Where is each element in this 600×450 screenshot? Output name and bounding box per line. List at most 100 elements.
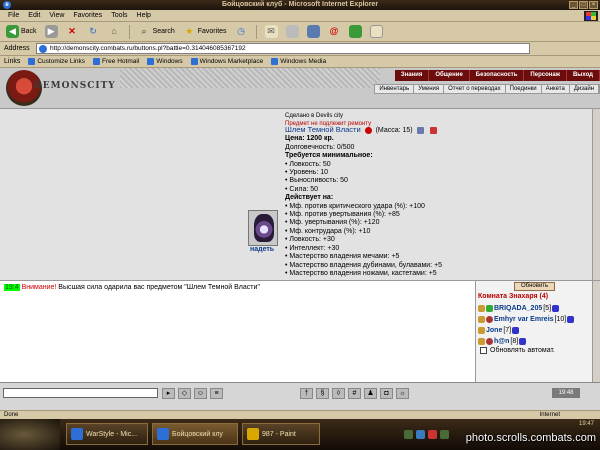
close-button[interactable]: × [589, 1, 598, 9]
history-button[interactable]: ◷ [233, 24, 250, 40]
filter-icon[interactable]: ≡ [210, 388, 223, 399]
start-button[interactable] [0, 419, 60, 450]
private-icon[interactable] [478, 305, 485, 312]
auto-update-checkbox[interactable] [480, 347, 487, 354]
forward-button[interactable]: ▶ [43, 24, 60, 40]
site-logo[interactable]: DEMONSCITY [4, 68, 124, 108]
main-scrollbar[interactable] [592, 109, 600, 287]
mail-button[interactable]: ✉ [263, 24, 280, 40]
ie-icon [157, 428, 169, 440]
menu-edit[interactable]: Edit [28, 12, 40, 19]
user-nick[interactable]: BRIQADA_205 [494, 305, 542, 312]
search-button[interactable]: ⌕ Search [136, 24, 177, 40]
user-nick[interactable]: h@n [494, 338, 509, 345]
nav-chat[interactable]: Общение [429, 70, 470, 81]
nav-battles[interactable]: Поединки [506, 85, 542, 93]
nav-design[interactable]: Дизайн [570, 85, 599, 93]
nav-character[interactable]: Персонаж [524, 70, 567, 81]
effect-row: • Ловкость: +30 [285, 236, 335, 244]
effect-row: • Мф. контрудара (%): +10 [285, 227, 371, 235]
info-icon[interactable] [552, 305, 560, 312]
links-label: Links [4, 58, 21, 65]
send-icon[interactable]: ▸ [162, 388, 175, 399]
tray-icon[interactable] [428, 429, 437, 439]
menu-tools[interactable]: Tools [111, 12, 127, 19]
item-name[interactable]: Шлем Темной Власти [285, 125, 361, 134]
previous-item-origin: Сделано в Devils city [285, 113, 343, 119]
home-button[interactable]: ⌂ [106, 24, 123, 40]
toolbar-separator [128, 24, 130, 39]
print-button[interactable] [284, 24, 301, 40]
info-icon[interactable] [512, 327, 520, 334]
private-icon[interactable] [478, 327, 485, 334]
link-hotmail[interactable]: Free Hotmail [93, 58, 139, 65]
research-button[interactable] [368, 24, 385, 40]
minimize-button[interactable]: _ [569, 1, 578, 9]
private-icon[interactable] [478, 338, 485, 345]
nav-transfers[interactable]: Отчет о переводах [444, 85, 506, 93]
nav-skills[interactable]: Умения [414, 85, 445, 93]
sword-icon[interactable]: † [300, 388, 313, 399]
at-icon: @ [329, 26, 339, 36]
link-windows[interactable]: Windows [147, 58, 183, 65]
task-combats[interactable]: Бойцовский клу [152, 423, 238, 445]
forward-arrow-icon: ▶ [44, 25, 58, 38]
favorites-label: Favorites [197, 28, 227, 35]
back-button[interactable]: ◀ Back [4, 24, 39, 40]
discuss-button[interactable]: @ [326, 24, 343, 40]
link-marketplace[interactable]: Windows Marketplace [190, 58, 263, 65]
room-scrollbar[interactable] [592, 281, 600, 383]
map-icon[interactable]: # [348, 388, 361, 399]
nav-knowledge[interactable]: Знания [395, 70, 430, 81]
user-nick[interactable]: Emhyr var Emreis [494, 316, 554, 323]
user-nick[interactable]: Jone [486, 327, 502, 334]
room-title: Комната Знахаря (4) [478, 293, 549, 300]
refresh-button[interactable]: ↻ [85, 24, 102, 40]
wear-link[interactable]: надеть [250, 246, 274, 253]
user-level: [10] [554, 316, 567, 323]
nav-security[interactable]: Безопасность [470, 70, 525, 81]
nav-inventory[interactable]: Инвентарь [375, 85, 415, 93]
nav-profile[interactable]: Анкета [542, 85, 570, 93]
chat-warning: Внимание! [21, 284, 57, 291]
messenger-button[interactable] [347, 24, 364, 40]
item-image[interactable] [248, 210, 278, 246]
scroll-icon[interactable]: § [316, 388, 329, 399]
shield-icon[interactable]: ◊ [332, 388, 345, 399]
update-button[interactable]: Обновить [514, 282, 556, 291]
auto-update-option[interactable]: Обновлять автомат. [480, 347, 555, 354]
clear-icon[interactable]: ◇ [178, 388, 191, 399]
item-price: Цена: 1200 кр. [285, 135, 334, 143]
game-tools: † § ◊ # ♟ ◘ ☼ [300, 388, 409, 399]
task-paint[interactable]: 987 - Paint [242, 423, 320, 445]
info-icon[interactable] [519, 338, 527, 345]
tray-icon[interactable] [440, 429, 449, 439]
maximize-button[interactable]: □ [579, 1, 588, 9]
game-bottom-bar: ▸ ◇ ☺ ≡ † § ◊ # ♟ ◘ ☼ 19:48 [0, 382, 600, 410]
tray-icon[interactable] [404, 429, 413, 439]
link-media[interactable]: Windows Media [271, 58, 326, 65]
stop-button[interactable]: ✕ [64, 24, 81, 40]
chat-time[interactable]: 19:4 [4, 284, 20, 291]
link-customize[interactable]: Customize Links [28, 58, 85, 65]
favorites-button[interactable]: ★ Favorites [181, 24, 229, 40]
menu-favorites[interactable]: Favorites [73, 12, 102, 19]
windows-logo-icon [584, 11, 598, 21]
address-input[interactable]: http://demonscity.combats.ru/buttons.pl?… [36, 43, 530, 54]
friends-icon[interactable]: ♟ [364, 388, 377, 399]
chat-input[interactable] [3, 388, 158, 398]
smiles-icon[interactable]: ☺ [194, 388, 207, 399]
menu-file[interactable]: File [8, 12, 19, 19]
task-warstyle[interactable]: WarStyle - Mic... [66, 423, 148, 445]
bag-icon[interactable]: ◘ [380, 388, 393, 399]
info-icon[interactable] [567, 316, 575, 323]
edit-button[interactable] [305, 24, 322, 40]
left-pane [0, 109, 245, 287]
nav-exit[interactable]: Выход [567, 70, 600, 81]
private-icon[interactable] [478, 316, 485, 323]
settings-icon[interactable]: ☼ [396, 388, 409, 399]
requirement-row: • Ловкость: 50 [285, 160, 331, 168]
tray-icon[interactable] [416, 429, 425, 439]
menu-help[interactable]: Help [137, 12, 151, 19]
menu-view[interactable]: View [49, 12, 64, 19]
